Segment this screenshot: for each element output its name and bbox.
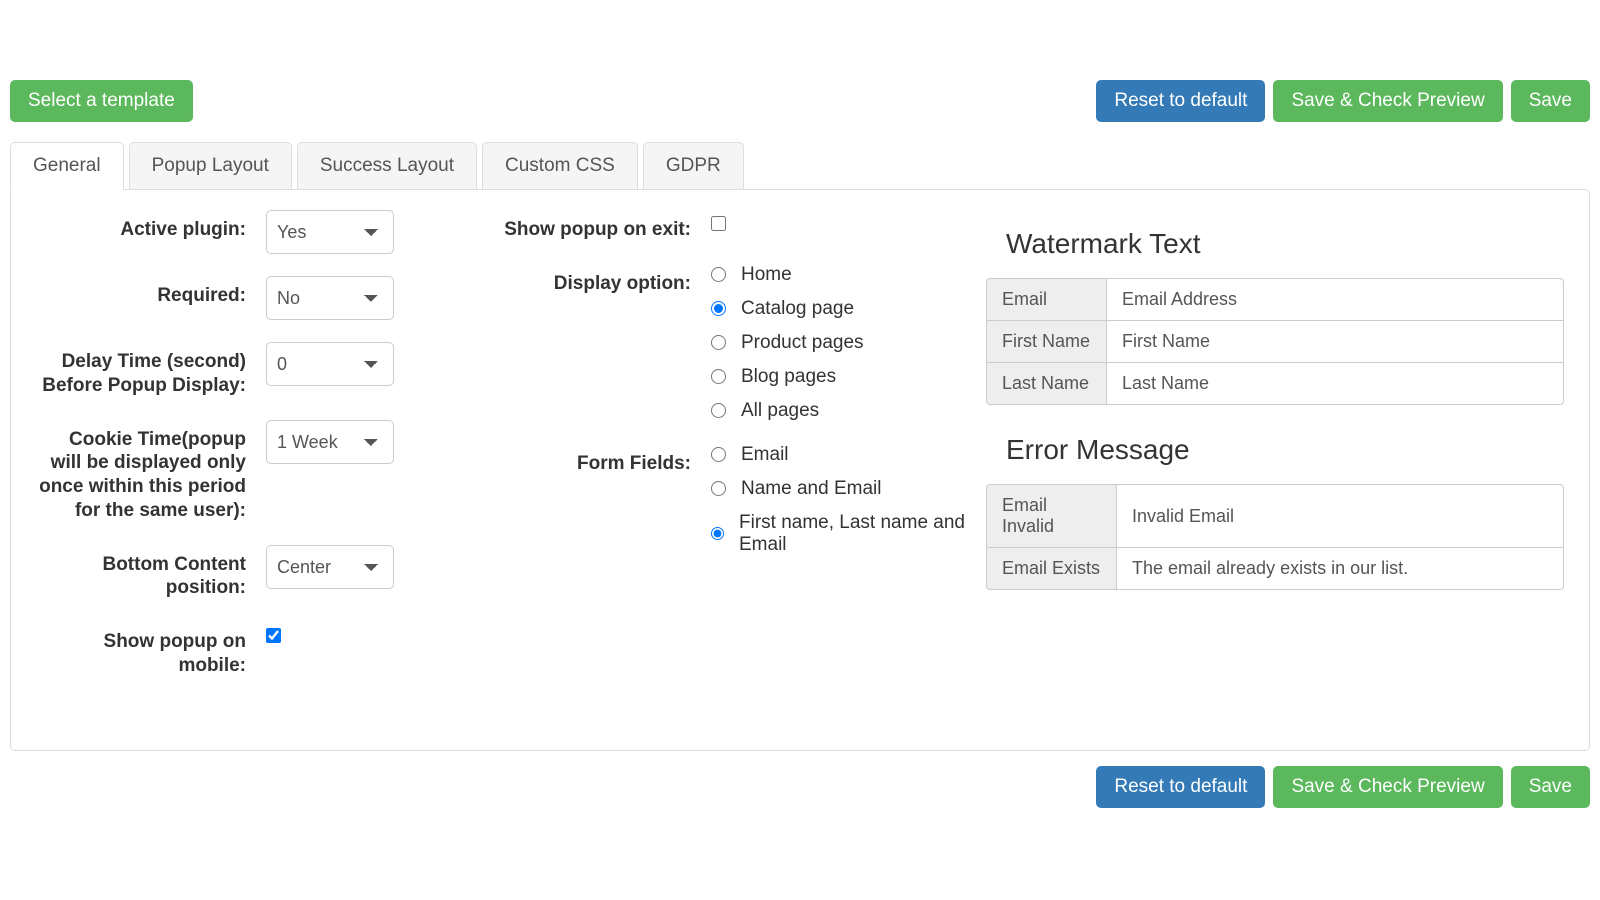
radio-ff-first-last-email[interactable] [711, 526, 724, 541]
select-bottom-position[interactable]: Center [266, 545, 394, 589]
save-preview-button-bottom[interactable]: Save & Check Preview [1273, 766, 1502, 808]
input-watermark-first-name[interactable] [1106, 320, 1564, 363]
radio-display-product[interactable] [711, 335, 726, 350]
radio-label: First name, Last name and Email [739, 512, 966, 556]
label-required: Required: [36, 276, 266, 308]
top-toolbar: Select a template Reset to default Save … [10, 10, 1590, 142]
radio-display-home[interactable] [711, 267, 726, 282]
input-error-email-exists[interactable] [1116, 547, 1564, 590]
save-preview-button-top[interactable]: Save & Check Preview [1273, 80, 1502, 122]
select-delay-time[interactable]: 0 [266, 342, 394, 386]
tab-bar: General Popup Layout Success Layout Cust… [10, 142, 1590, 190]
select-required[interactable]: No [266, 276, 394, 320]
tab-gdpr[interactable]: GDPR [643, 142, 744, 190]
label-cookie-time: Cookie Time(popup will be displayed only… [36, 420, 266, 523]
reset-default-button-bottom[interactable]: Reset to default [1096, 766, 1265, 808]
label-show-exit: Show popup on exit: [486, 210, 711, 242]
radio-ff-name-email[interactable] [711, 481, 726, 496]
save-button-bottom[interactable]: Save [1511, 766, 1590, 808]
label-display-option: Display option: [486, 264, 711, 296]
radio-label: Name and Email [741, 478, 881, 500]
radio-group-form-fields: Email Name and Email First name, Last na… [711, 444, 966, 556]
input-error-email-invalid[interactable] [1116, 484, 1564, 548]
bottom-toolbar: Reset to default Save & Check Preview Sa… [10, 751, 1590, 808]
addon-last-name: Last Name [986, 362, 1106, 405]
addon-email-invalid: Email Invalid [986, 484, 1116, 548]
input-watermark-last-name[interactable] [1106, 362, 1564, 405]
label-active-plugin: Active plugin: [36, 210, 266, 242]
tab-popup-layout[interactable]: Popup Layout [129, 142, 292, 190]
radio-label: Email [741, 444, 789, 466]
settings-panel: Active plugin: Yes Required: No [10, 189, 1590, 751]
watermark-title: Watermark Text [1006, 228, 1564, 260]
tab-custom-css[interactable]: Custom CSS [482, 142, 638, 190]
error-title: Error Message [1006, 434, 1564, 466]
addon-first-name: First Name [986, 320, 1106, 363]
radio-label: Catalog page [741, 298, 854, 320]
addon-email-exists: Email Exists [986, 547, 1116, 590]
label-delay-time: Delay Time (second) Before Popup Display… [36, 342, 266, 398]
label-show-mobile: Show popup on mobile: [36, 622, 266, 678]
radio-display-all[interactable] [711, 403, 726, 418]
radio-ff-email[interactable] [711, 447, 726, 462]
checkbox-show-mobile[interactable] [266, 628, 281, 643]
radio-label: All pages [741, 400, 819, 422]
radio-label: Product pages [741, 332, 864, 354]
save-button-top[interactable]: Save [1511, 80, 1590, 122]
radio-label: Home [741, 264, 792, 286]
addon-email: Email [986, 278, 1106, 321]
radio-display-catalog[interactable] [711, 301, 726, 316]
select-active-plugin[interactable]: Yes [266, 210, 394, 254]
reset-default-button-top[interactable]: Reset to default [1096, 80, 1265, 122]
checkbox-show-exit[interactable] [711, 216, 726, 231]
radio-group-display-option: Home Catalog page Product pages Blog pag… [711, 264, 966, 422]
label-form-fields: Form Fields: [486, 444, 711, 476]
tab-general[interactable]: General [10, 142, 124, 190]
radio-label: Blog pages [741, 366, 836, 388]
select-template-button[interactable]: Select a template [10, 80, 193, 122]
select-cookie-time[interactable]: 1 Week [266, 420, 394, 464]
tab-success-layout[interactable]: Success Layout [297, 142, 477, 190]
radio-display-blog[interactable] [711, 369, 726, 384]
input-watermark-email[interactable] [1106, 278, 1564, 321]
label-bottom-position: Bottom Content position: [36, 545, 266, 601]
